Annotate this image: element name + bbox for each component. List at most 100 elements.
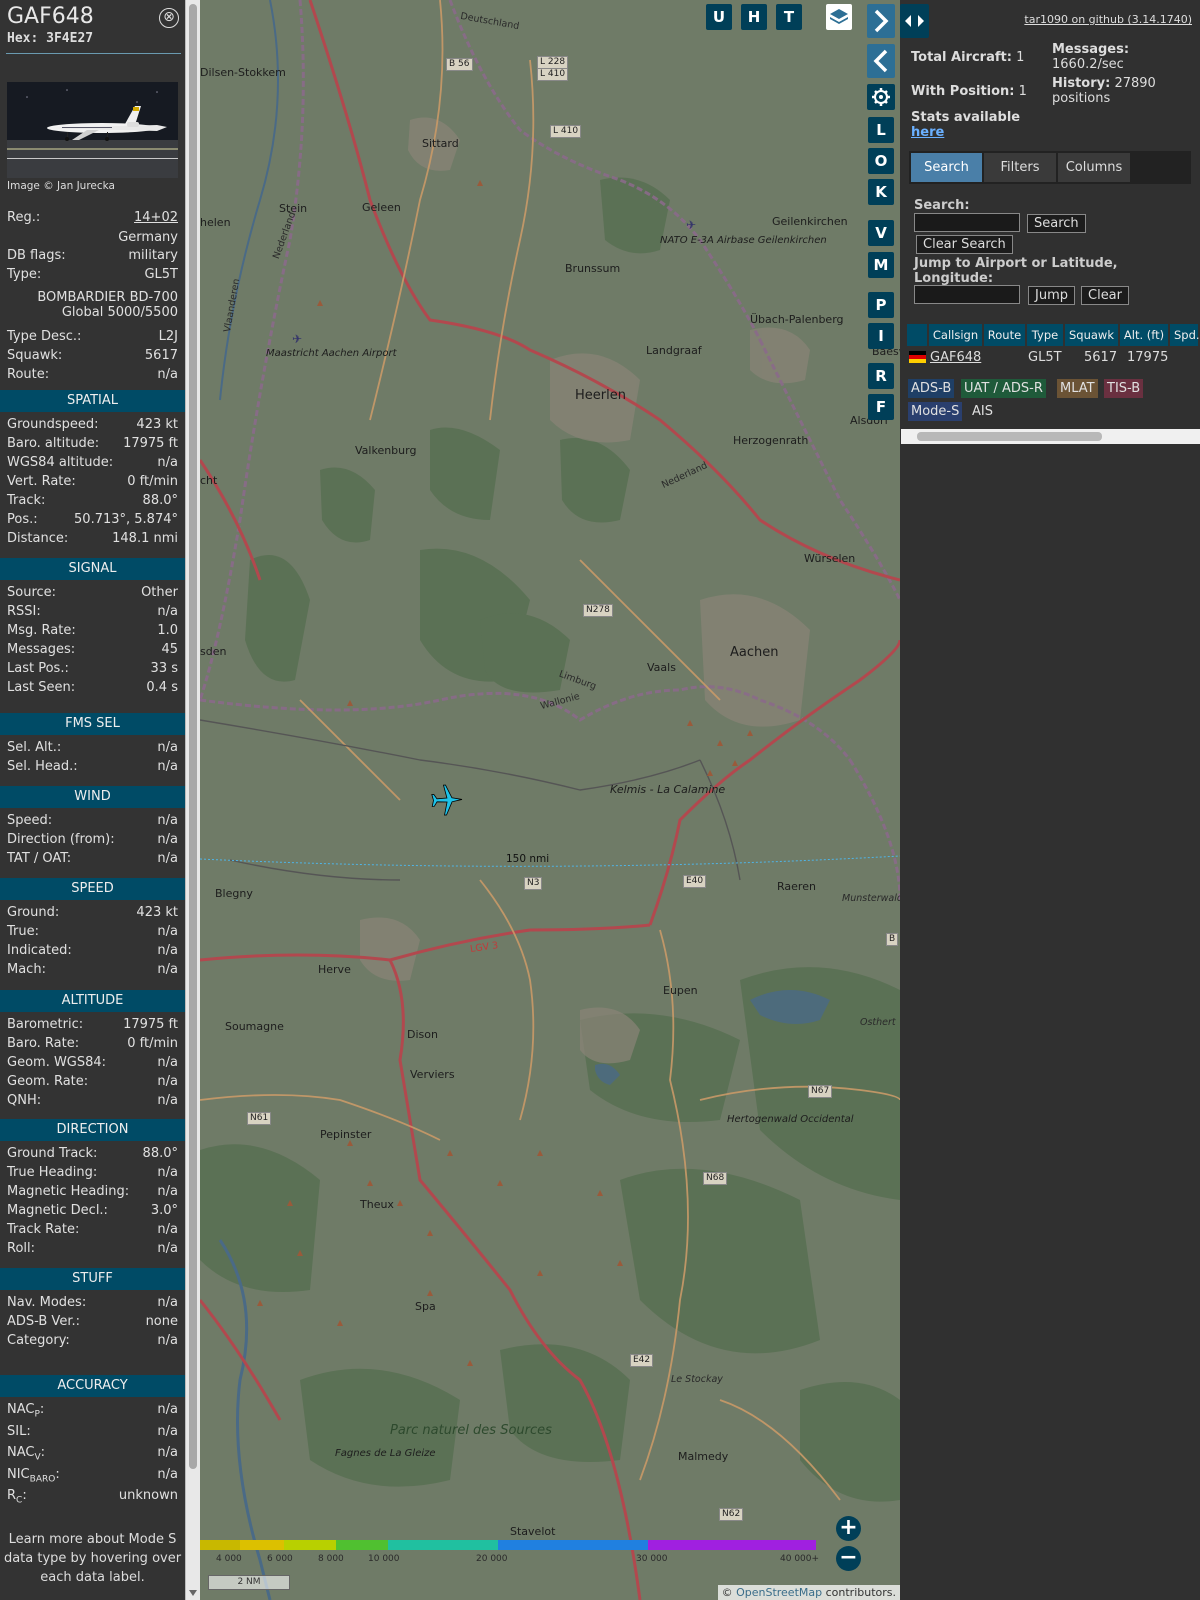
map-toggle-f-button[interactable]: F (868, 394, 894, 420)
map-toggle-m-button[interactable]: M (868, 252, 894, 278)
reg-link[interactable]: 14+02 (134, 208, 178, 227)
info-label-text: Vert. Rate: (7, 474, 76, 489)
jump-label: Jump to Airport or Latitude, Longitude: (914, 256, 1118, 286)
hscroll-thumb[interactable] (917, 432, 1102, 441)
tab-filters[interactable]: Filters (984, 153, 1056, 182)
map-toggle-l-button[interactable]: L (868, 117, 894, 143)
section-header-fms: FMS SEL (0, 713, 185, 735)
table-header-speed[interactable]: Spd. (1170, 324, 1200, 346)
zoom-out-button[interactable]: − (836, 1546, 861, 1571)
info-value: 0.4 s (146, 680, 178, 695)
info-label: Baro. altitude: (7, 434, 99, 453)
zoom-in-button[interactable]: + (836, 1516, 861, 1541)
table-header-flag[interactable] (907, 324, 929, 346)
info-row-spatial-6: Distance: 148.1 nmi (7, 529, 178, 548)
toggle-t-button[interactable]: T (776, 4, 802, 30)
github-link[interactable]: tar1090 on github (3.14.1740) (1024, 13, 1192, 26)
close-icon[interactable]: ⊗ (159, 8, 179, 28)
clear-jump-button[interactable]: Clear (1081, 286, 1129, 305)
info-value: 423 kt (136, 905, 178, 920)
info-label-text: Direction (from): (7, 832, 115, 847)
map-toggle-o-button[interactable]: O (868, 148, 894, 174)
settings-button[interactable] (867, 84, 895, 110)
info-label: WGS84 altitude: (7, 453, 113, 472)
road-l410a: L 410 (537, 68, 569, 81)
info-row-altitude-3: Geom. Rate: n/a (7, 1072, 178, 1091)
info-row-speed-3: Mach: n/a (7, 960, 178, 979)
map-toggle-k-button[interactable]: K (868, 179, 894, 205)
aircraft-photo[interactable] (7, 82, 178, 178)
info-label-text: TAT / OAT: (7, 851, 72, 866)
place-verviers: Verviers (410, 1068, 455, 1081)
info-row-route: Route: n/a (7, 365, 178, 384)
search-input[interactable] (914, 213, 1020, 232)
info-value: n/a (157, 1402, 178, 1417)
map-toggle-r-button[interactable]: R (868, 363, 894, 389)
table-header-route[interactable]: Route (984, 324, 1027, 346)
place-theux: Theux (360, 1198, 394, 1211)
search-button[interactable]: Search (1027, 214, 1086, 233)
info-label: Last Seen: (7, 678, 75, 697)
info-label: TAT / OAT: (7, 849, 71, 868)
expand-horizontal-icon (905, 15, 924, 27)
info-label-text: True: (7, 924, 39, 939)
tab-search[interactable]: Search (911, 153, 982, 182)
jump-button[interactable]: Jump (1028, 286, 1075, 305)
place-parc-naturel: Parc naturel des Sources (390, 1423, 552, 1438)
section-header-wind: WIND (0, 786, 185, 808)
collapse-sidebar-button[interactable] (867, 4, 895, 38)
map-toggle-v-button[interactable]: V (868, 220, 894, 246)
section-header-direction: DIRECTION (0, 1119, 185, 1141)
toggle-sidebar-width-button[interactable] (900, 4, 929, 38)
messages-stat: Messages: 1660.2/sec (1052, 42, 1192, 72)
info-row-direction-0: Ground Track: 88.0° (7, 1144, 178, 1163)
aircraft-marker-icon[interactable] (428, 782, 464, 818)
aircraft-photo-image (7, 82, 178, 178)
info-row-spatial-3: Vert. Rate: 0 ft/min (7, 472, 178, 491)
info-value: n/a (157, 813, 178, 828)
place-sden: sden (200, 645, 227, 658)
info-value: n/a (157, 759, 178, 774)
place-geilenkirchen: Geilenkirchen (772, 215, 848, 228)
info-label: True: (7, 922, 39, 941)
selected-hex: Hex: 3F4E27 (7, 31, 93, 46)
place-wurselen: Würselen (804, 552, 856, 565)
toggle-h-button[interactable]: H (741, 4, 767, 30)
row-squawk: 5617 (1084, 350, 1118, 365)
info-label-colon: : (55, 1466, 60, 1482)
map-view[interactable]: Dilsen-Stokkem Deutschland Sittard Stein… (200, 0, 900, 1600)
row-callsign[interactable]: GAF648 (930, 348, 981, 367)
info-value: n/a (157, 1165, 178, 1180)
airport-icon-maastricht: ✈ (292, 332, 303, 346)
range-ring-label: 150 nmi (506, 853, 550, 865)
dbflags-label: DB flags: (7, 248, 66, 263)
table-header-type[interactable]: Type (1027, 324, 1065, 346)
layers-button[interactable] (826, 4, 852, 30)
table-horizontal-scrollbar[interactable] (901, 429, 1200, 444)
info-row-wind-1: Direction (from): n/a (7, 830, 178, 849)
place-osthert: Osthert (860, 1017, 896, 1028)
left-panel-scrollbar[interactable] (185, 0, 200, 1600)
info-row-altitude-4: QNH: n/a (7, 1091, 178, 1110)
table-header-altitude[interactable]: Alt. (ft) (1120, 324, 1170, 346)
info-row-altitude-1: Baro. Rate: 0 ft/min (7, 1034, 178, 1053)
scroll-down-icon[interactable] (189, 1590, 197, 1596)
table-header-squawk[interactable]: Squawk (1065, 324, 1120, 346)
toggle-u-button[interactable]: U (706, 4, 732, 30)
info-row-spatial-4: Track: 88.0° (7, 491, 178, 510)
place-geleen: Geleen (362, 201, 401, 214)
place-munsterwald: Munsterwald (842, 893, 900, 904)
info-value: 0 ft/min (127, 1036, 178, 1051)
map-toggle-p-button[interactable]: P (868, 292, 894, 318)
info-value: n/a (157, 832, 178, 847)
clear-search-button[interactable]: Clear Search (916, 235, 1013, 254)
map-toggle-i-button[interactable]: I (868, 323, 894, 349)
osm-link[interactable]: OpenStreetMap (736, 1586, 822, 1599)
tab-columns[interactable]: Columns (1058, 153, 1130, 182)
scrollbar-thumb[interactable] (189, 4, 197, 1469)
history-stat: History: 27890 positions (1052, 76, 1192, 106)
table-header-callsign[interactable]: Callsign (929, 324, 984, 346)
stats-here-link[interactable]: here (911, 125, 944, 140)
expand-sidebar-button[interactable] (867, 44, 895, 78)
jump-input[interactable] (914, 285, 1020, 304)
